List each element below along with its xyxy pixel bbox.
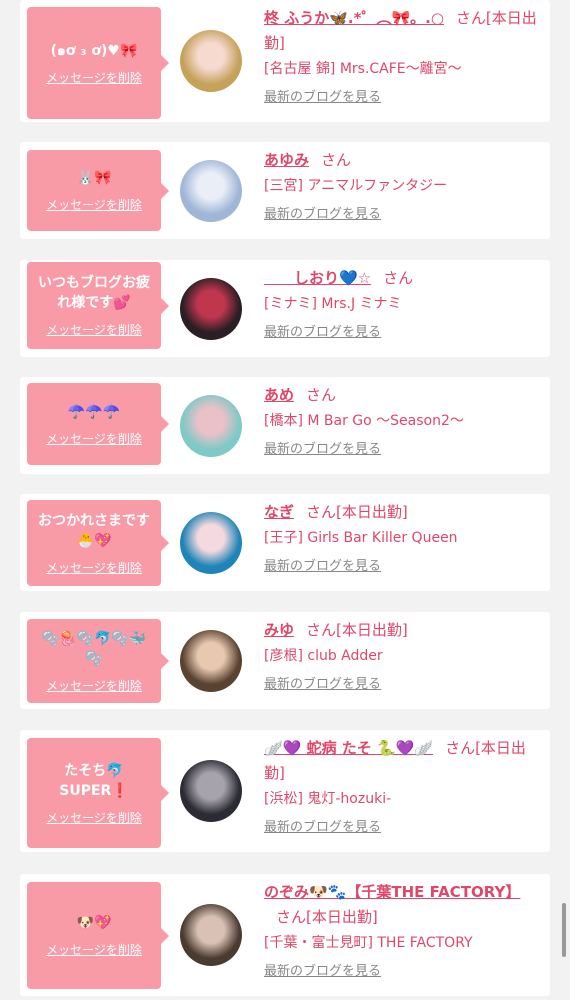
avatar[interactable]	[180, 30, 242, 92]
cast-info: あゆみ さん [三宮] アニマルファンタジー最新のブログを見る	[264, 148, 540, 227]
honorific-status: さん	[306, 386, 337, 404]
shop-label: [名古屋 錦] Mrs.CAFE〜離宮〜	[264, 61, 462, 77]
latest-blog-link[interactable]: 最新のブログを見る	[264, 86, 540, 110]
message-card: いつもブログお疲 れ様です💕 メッセージを削除 しおり💙☆ さん [ミナミ] Mrs.…	[20, 260, 550, 357]
message-bubble: ☂️☂️☂️ メッセージを削除	[27, 383, 169, 465]
delete-message-link[interactable]: メッセージを削除	[46, 430, 142, 447]
honorific-status: さん[本日出勤]	[276, 908, 378, 926]
avatar[interactable]	[180, 630, 242, 692]
message-card: おつかれさまです 🐣💖 メッセージを削除 なぎ さん[本日出勤] [王子] Girls …	[20, 494, 550, 591]
shop-label: [浜松] 鬼灯-hozuki-	[264, 791, 392, 807]
cast-info: なぎ さん[本日出勤] [王子] Girls Bar Killer Queen 最新の…	[264, 500, 540, 579]
message-card: 🐶💖 メッセージを削除 のぞみ🐶🐾【千葉THE FACTORY】さん[本日出勤] [千…	[20, 874, 550, 996]
latest-blog-link[interactable]: 最新のブログを見る	[264, 203, 540, 227]
message-text: 🐰🎀	[76, 170, 112, 186]
message-bubble: 🫧🪼🫧🐬🫧🐳 🫧 メッセージを削除	[27, 619, 169, 703]
message-card: (๑ơ ₃ ơ)♥🎀 メッセージを削除 柊 ふうか🦋.*゜︵🎀。.○ さん[本日出勤]…	[20, 0, 550, 122]
cast-name-link[interactable]: あめ	[264, 386, 294, 404]
delete-message-link[interactable]: メッセージを削除	[46, 69, 142, 86]
shop-label: [彦根] club Adder	[264, 648, 383, 664]
cast-name-link[interactable]: しおり💙☆	[264, 269, 371, 287]
message-bubble: 🐶💖 メッセージを削除	[27, 882, 169, 989]
message-bubble: 🐰🎀 メッセージを削除	[27, 150, 169, 231]
cast-name-link[interactable]: あゆみ	[264, 151, 309, 169]
avatar[interactable]	[180, 512, 242, 574]
avatar[interactable]	[180, 395, 242, 457]
message-bubble: いつもブログお疲 れ様です💕 メッセージを削除	[27, 262, 169, 349]
delete-message-link[interactable]: メッセージを削除	[46, 677, 142, 694]
name-line: なぎ さん[本日出勤]	[264, 500, 540, 525]
message-text: ☂️☂️☂️	[67, 403, 121, 420]
latest-blog-link[interactable]: 最新のブログを見る	[264, 960, 540, 984]
delete-message-link[interactable]: メッセージを削除	[46, 196, 142, 213]
name-line: みゆ さん[本日出勤]	[264, 618, 540, 643]
message-card: たそち🐬 SUPER❗️ メッセージを削除 🪽💜 蛇病 たそ 🐍💜🪽 さん[本日出勤]…	[20, 730, 550, 852]
delete-message-link[interactable]: メッセージを削除	[46, 559, 142, 576]
avatar[interactable]	[180, 278, 242, 340]
shop-label: [橋本] M Bar Go 〜Season2〜	[264, 413, 464, 429]
delete-message-link[interactable]: メッセージを削除	[46, 809, 142, 826]
cast-name-link[interactable]: 柊 ふうか🦋.*゜︵🎀。.○	[264, 9, 444, 27]
honorific-status: さん	[321, 151, 352, 169]
shop-label: [三宮] アニマルファンタジー	[264, 178, 448, 194]
name-line: あめ さん	[264, 383, 540, 408]
message-card: 🫧🪼🫧🐬🫧🐳 🫧 メッセージを削除 みゆ さん[本日出勤] [彦根] club Adde…	[20, 612, 550, 709]
name-line: しおり💙☆ さん	[264, 266, 540, 291]
delete-message-link[interactable]: メッセージを削除	[46, 321, 142, 338]
honorific-status: さん[本日出勤]	[306, 503, 408, 521]
shop-label: [ミナミ] Mrs.J ミナミ	[264, 296, 402, 312]
shop-label: [千葉・富士見町] THE FACTORY	[264, 935, 473, 951]
name-line: 柊 ふうか🦋.*゜︵🎀。.○ さん[本日出勤]	[264, 6, 540, 56]
message-text: 🫧🪼🫧🐬🫧🐳 🫧	[41, 630, 147, 667]
cast-info: のぞみ🐶🐾【千葉THE FACTORY】さん[本日出勤] [千葉・富士見町] TH…	[264, 880, 540, 984]
name-line: 🪽💜 蛇病 たそ 🐍💜🪽 さん[本日出勤]	[264, 736, 540, 786]
message-card: ☂️☂️☂️ メッセージを削除 あめ さん [橋本] M Bar Go 〜Season2…	[20, 377, 550, 474]
cast-info: しおり💙☆ さん [ミナミ] Mrs.J ミナミ最新のブログを見る	[264, 266, 540, 345]
cast-name-link[interactable]: のぞみ🐶🐾【千葉THE FACTORY】	[264, 883, 520, 901]
cast-name-link[interactable]: なぎ	[264, 503, 294, 521]
message-text: (๑ơ ₃ ơ)♥🎀	[50, 42, 138, 59]
latest-blog-link[interactable]: 最新のブログを見る	[264, 816, 540, 840]
message-text: いつもブログお疲 れ様です💕	[38, 275, 150, 311]
message-text: おつかれさまです 🐣💖	[38, 512, 150, 549]
scrollbar-thumb[interactable]	[562, 903, 566, 957]
name-line: のぞみ🐶🐾【千葉THE FACTORY】さん[本日出勤]	[264, 880, 540, 930]
avatar[interactable]	[180, 160, 242, 222]
cast-name-link[interactable]: みゆ	[264, 621, 294, 639]
message-text: 🐶💖	[76, 915, 112, 931]
honorific-status: さん	[383, 269, 414, 287]
message-text: たそち🐬 SUPER❗️	[59, 762, 129, 799]
latest-blog-link[interactable]: 最新のブログを見る	[264, 321, 540, 345]
avatar[interactable]	[180, 760, 242, 822]
latest-blog-link[interactable]: 最新のブログを見る	[264, 673, 540, 697]
shop-label: [王子] Girls Bar Killer Queen	[264, 530, 458, 546]
honorific-status: さん[本日出勤]	[306, 621, 408, 639]
avatar[interactable]	[180, 904, 242, 966]
latest-blog-link[interactable]: 最新のブログを見る	[264, 555, 540, 579]
cast-info: 柊 ふうか🦋.*゜︵🎀。.○ さん[本日出勤] [名古屋 錦] Mrs.CAFE〜離…	[264, 6, 540, 110]
message-card: 🐰🎀 メッセージを削除 あゆみ さん [三宮] アニマルファンタジー最新のブログを見る	[20, 142, 550, 239]
delete-message-link[interactable]: メッセージを削除	[46, 941, 142, 958]
cast-name-link[interactable]: 🪽💜 蛇病 たそ 🐍💜🪽	[264, 739, 433, 757]
name-line: あゆみ さん	[264, 148, 540, 173]
cast-info: 🪽💜 蛇病 たそ 🐍💜🪽 さん[本日出勤] [浜松] 鬼灯-hozuki- 最新のブロ…	[264, 736, 540, 840]
cast-info: あめ さん [橋本] M Bar Go 〜Season2〜最新のブログを見る	[264, 383, 540, 462]
message-bubble: おつかれさまです 🐣💖 メッセージを削除	[27, 500, 169, 586]
message-bubble: たそち🐬 SUPER❗️ メッセージを削除	[27, 738, 169, 848]
message-bubble: (๑ơ ₃ ơ)♥🎀 メッセージを削除	[27, 7, 169, 119]
latest-blog-link[interactable]: 最新のブログを見る	[264, 438, 540, 462]
cast-info: みゆ さん[本日出勤] [彦根] club Adder 最新のブログを見る	[264, 618, 540, 697]
